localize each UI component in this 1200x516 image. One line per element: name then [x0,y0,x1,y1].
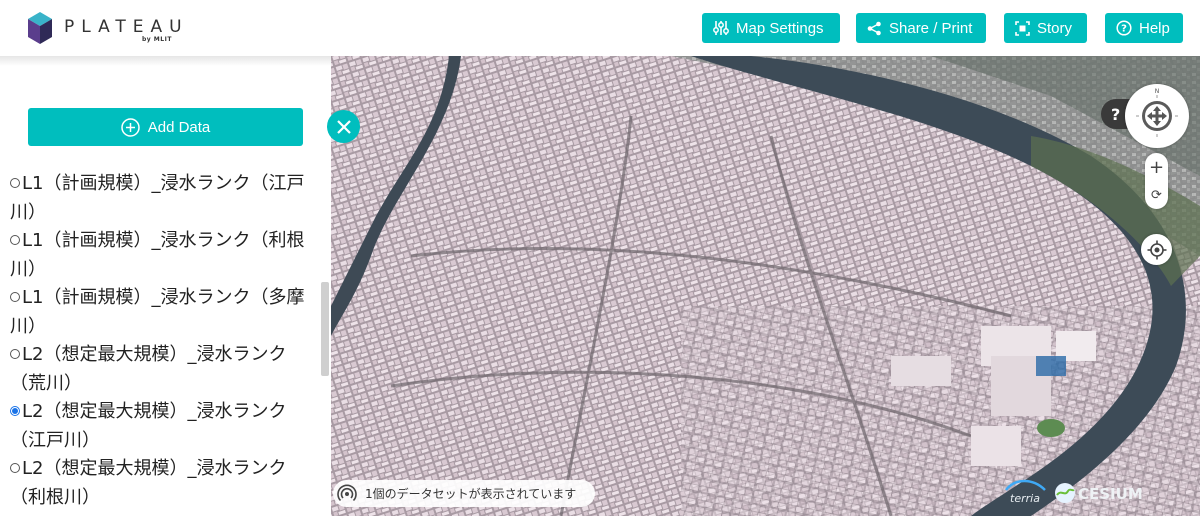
cesium-logo[interactable]: CESIUM [1054,480,1194,506]
map-settings-label: Map Settings [736,19,824,37]
help-button[interactable]: ? Help [1105,13,1183,43]
dataset-radio-list: L1（計画規模）_浸水ランク（江戸川） L1（計画規模）_浸水ランク（利根川） … [10,170,308,512]
sliders-icon [713,21,729,35]
app-header: PLATEAU by MLIT Map Settings Share / Pri… [0,0,1200,56]
zoom-in-button[interactable]: + [1145,153,1168,181]
dataset-status-pill[interactable]: 1個のデータセットが表示されています [333,480,595,507]
story-icon [1015,20,1030,36]
logo-subtext: by MLIT [142,36,172,43]
zoom-control: + ⟳ [1145,153,1168,209]
my-location-button[interactable] [1141,234,1172,265]
list-item[interactable]: L1（計画規模）_浸水ランク（多摩川） [10,284,308,341]
add-data-button[interactable]: Add Data [28,108,303,146]
list-item-label: L2（想定最大規模）_浸水ランク（江戸川） [10,401,287,451]
plus-circle-icon [120,117,140,137]
panel-top-shadow [0,56,331,66]
svg-text:CESIUM: CESIUM [1078,485,1143,503]
radio-button[interactable] [10,349,20,359]
story-label: Story [1037,19,1073,37]
help-label: Help [1139,19,1170,37]
compass-icon: N [1136,88,1178,137]
list-item-label: L1（計画規模）_浸水ランク（江戸川） [10,173,305,223]
list-item-label: L1（計画規模）_浸水ランク（利根川） [10,230,305,280]
radio-button-selected[interactable] [10,406,20,416]
close-icon [336,119,351,134]
svg-text:terria: terria [1010,492,1040,504]
svg-text:?: ? [1121,24,1127,35]
map-viewport[interactable]: 1個のデータセットが表示されています terria CESIUM [331,56,1200,516]
list-item[interactable]: L2（想定最大規模）_浸水ランク（荒川） [10,341,308,398]
signal-icon [337,484,357,501]
svg-text:N: N [1155,88,1160,95]
radio-button[interactable] [10,178,20,188]
logo-text: PLATEAU [64,17,189,37]
workbench-panel: Add Data L1（計画規模）_浸水ランク（江戸川） L1（計画規模）_浸水… [0,56,331,516]
city-3d-view [331,56,1200,516]
radio-button[interactable] [10,235,20,245]
terria-logo[interactable]: terria [1003,478,1048,504]
compass-control[interactable]: N [1125,84,1189,148]
cube-logo-icon [28,12,52,44]
list-item[interactable]: L2（想定最大規模）_浸水ランク（江戸川） [10,398,308,455]
list-item[interactable]: L2（想定最大規模）_浸水ランク（利根川） [10,455,308,512]
close-panel-button[interactable] [327,110,360,143]
list-item-label: L2（想定最大規模）_浸水ランク（利根川） [10,458,287,508]
plateau-logo[interactable]: PLATEAU by MLIT [28,12,188,46]
list-item[interactable]: L1（計画規模）_浸水ランク（江戸川） [10,170,308,227]
radio-button[interactable] [10,292,20,302]
share-print-label: Share / Print [889,19,973,37]
share-icon [867,21,881,35]
panel-scrollbar[interactable] [321,282,329,376]
help-icon: ? [1116,20,1132,36]
zoom-reset-button[interactable]: ⟳ [1145,181,1168,209]
story-button[interactable]: Story [1004,13,1087,43]
share-print-button[interactable]: Share / Print [856,13,986,43]
list-item[interactable]: L1（計画規模）_浸水ランク（利根川） [10,227,308,284]
list-item-label: L2（想定最大規模）_浸水ランク（荒川） [10,344,287,394]
map-settings-button[interactable]: Map Settings [702,13,840,43]
crosshair-icon [1147,240,1166,259]
dataset-status-text: 1個のデータセットが表示されています [365,487,577,501]
list-item-label: L1（計画規模）_浸水ランク（多摩川） [10,287,305,337]
radio-button[interactable] [10,463,20,473]
add-data-label: Add Data [147,118,211,136]
